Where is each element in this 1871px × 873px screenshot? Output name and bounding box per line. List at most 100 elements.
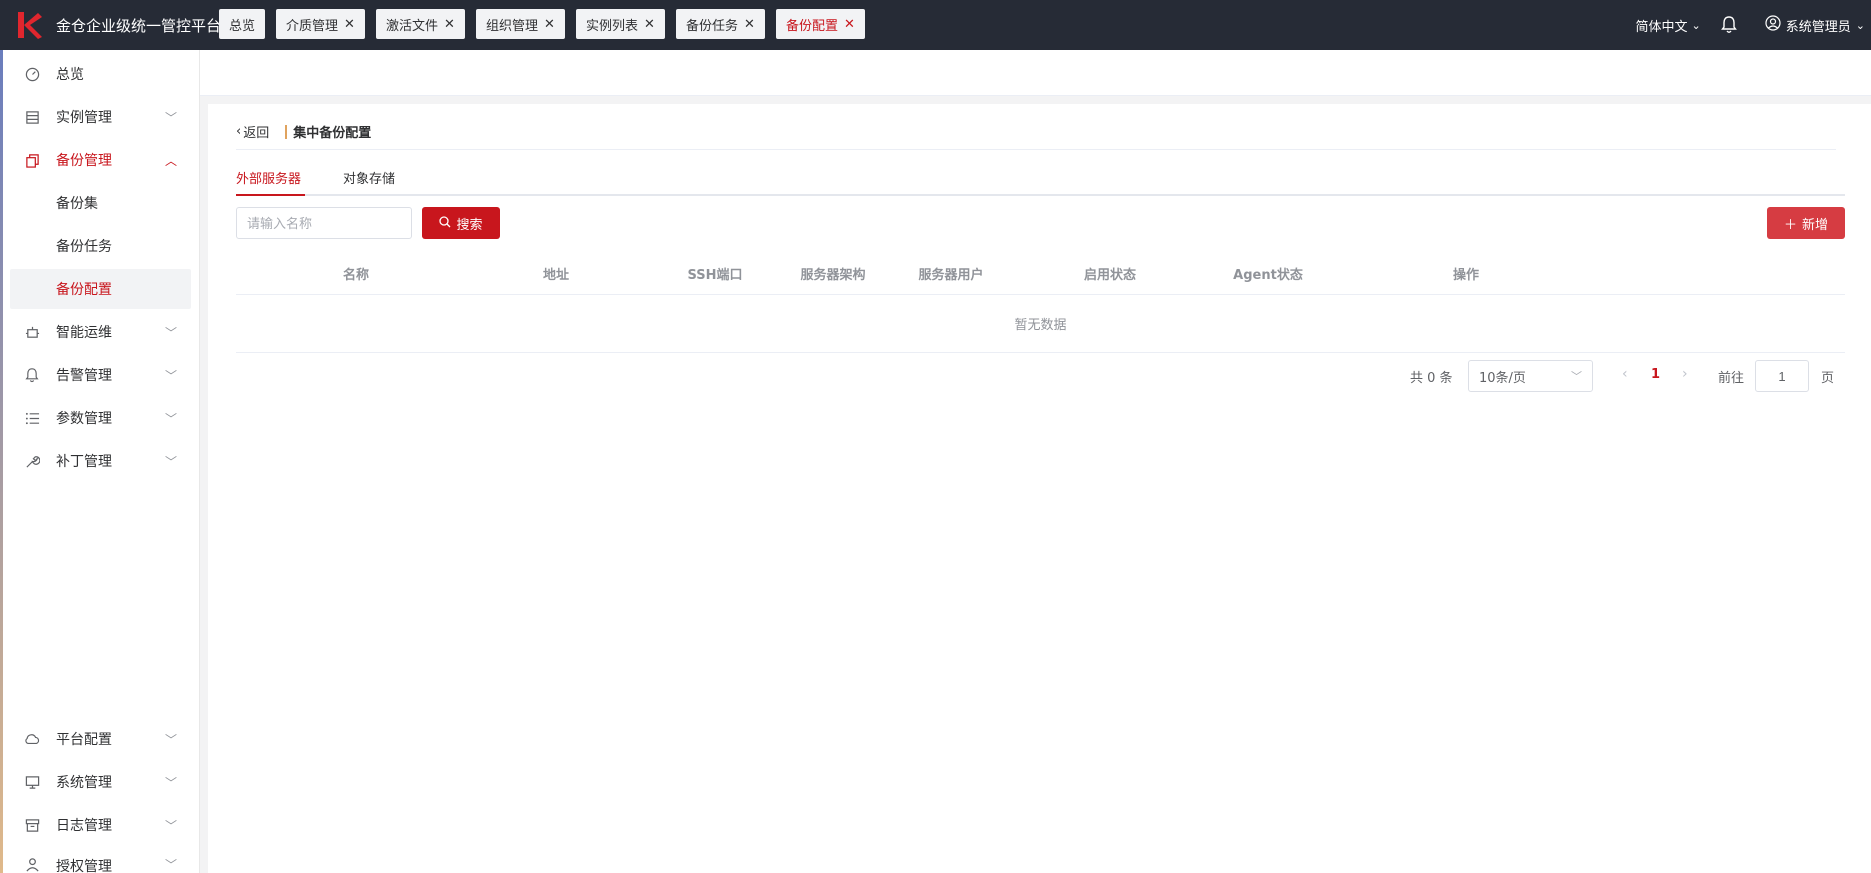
chevron-down-icon: ﹀: [164, 732, 177, 747]
column-header-address: 地址: [542, 268, 570, 283]
sidebar-subitem-backup-config[interactable]: 备份配置: [10, 269, 191, 309]
close-icon[interactable]: ✕: [744, 17, 755, 32]
empty-text: 暂无数据: [1014, 318, 1067, 333]
sidebar-item-params[interactable]: 参数管理 ﹀: [10, 398, 191, 438]
prev-page-icon[interactable]: ‹: [1622, 366, 1628, 382]
sidebar-item-label: 实例管理: [56, 110, 112, 126]
sidebar-item-label: 系统管理: [56, 775, 112, 791]
bell-icon: [24, 367, 40, 383]
robot-icon: [24, 324, 40, 340]
monitor-icon: [24, 774, 40, 790]
active-tab-indicator: [236, 194, 305, 196]
search-icon: [439, 215, 451, 231]
back-label: 返回: [243, 126, 270, 141]
tab-backup-config[interactable]: 备份配置 ✕: [776, 9, 865, 39]
chevron-down-icon: ﹀: [164, 775, 177, 790]
sidebar-item-label: 参数管理: [56, 411, 112, 427]
chevron-down-icon: ﹀: [164, 325, 177, 340]
list-bullets-icon: [24, 410, 40, 426]
search-input[interactable]: [236, 207, 412, 239]
subtab-external-server[interactable]: 外部服务器: [236, 168, 301, 187]
close-icon[interactable]: ✕: [344, 17, 355, 32]
sidebar-item-label: 告警管理: [56, 368, 112, 384]
chevron-down-icon: ⌄: [1691, 18, 1701, 32]
table-header: 名称 地址 SSH端口 服务器架构 服务器用户 启用状态 Agent状态 操作: [236, 249, 1845, 295]
sidebar-item-label: 总览: [56, 67, 84, 83]
search-button[interactable]: 搜索: [422, 207, 500, 239]
sidebar-item-patches[interactable]: 补丁管理 ﹀: [10, 441, 191, 481]
sidebar-item-logs[interactable]: 日志管理 ﹀: [10, 805, 191, 845]
user-name: 系统管理员: [1785, 19, 1851, 35]
sidebar-subitem-backup-sets[interactable]: 备份集: [10, 183, 191, 223]
tab-instances[interactable]: 实例列表 ✕: [576, 9, 665, 39]
back-button[interactable]: ‹ 返回: [236, 122, 269, 141]
plus-icon: ＋: [1783, 216, 1797, 232]
tab-activation[interactable]: 激活文件 ✕: [376, 9, 465, 39]
tab-backup-tasks[interactable]: 备份任务 ✕: [676, 9, 765, 39]
tab-label: 介质管理: [286, 18, 339, 34]
sidebar-item-backup[interactable]: 备份管理 ︿: [10, 140, 191, 180]
notification-bell-icon[interactable]: [1719, 15, 1739, 35]
user-avatar-icon: [1765, 15, 1781, 35]
chevron-down-icon: ﹀: [1571, 370, 1582, 383]
close-icon[interactable]: ✕: [544, 17, 555, 32]
tab-media[interactable]: 介质管理 ✕: [276, 9, 365, 39]
page-title: 集中备份配置: [293, 126, 372, 141]
chevron-down-icon: ﹀: [164, 368, 177, 383]
chevron-down-icon: ﹀: [164, 858, 177, 872]
app-title: 金仓企业级统一管控平台: [56, 16, 222, 35]
column-header-actions: 操作: [1452, 268, 1480, 283]
search-button-label: 搜索: [456, 216, 483, 232]
goto-page-input[interactable]: [1755, 360, 1809, 392]
sidebar-item-label: 平台配置: [56, 732, 112, 748]
user-icon: [24, 856, 40, 872]
sidebar-item-overview[interactable]: 总览: [10, 54, 191, 94]
sidebar-item-instances[interactable]: 实例管理 ﹀: [10, 97, 191, 137]
tab-overview[interactable]: 总览: [219, 9, 266, 39]
sidebar-item-smart-ops[interactable]: 智能运维 ﹀: [10, 312, 191, 352]
tab-label: 激活文件: [386, 18, 439, 34]
current-page[interactable]: 1: [1651, 367, 1660, 382]
tab-label: 备份任务: [686, 18, 739, 34]
breadcrumb-divider: [285, 124, 288, 139]
main-card: ‹ 返回 集中备份配置 外部服务器 对象存储 搜索 ＋ 新增 名称 地址 SSH…: [208, 104, 1871, 873]
language-label: 简体中文: [1635, 19, 1688, 35]
breadcrumb: ‹ 返回 集中备份配置: [236, 114, 1836, 150]
sidebar-item-alerts[interactable]: 告警管理 ﹀: [10, 355, 191, 395]
user-menu[interactable]: 系统管理员 ⌄: [1765, 15, 1865, 35]
goto-label: 前往: [1718, 370, 1745, 386]
sidebar-item-label: 授权管理: [56, 859, 112, 873]
chevron-down-icon: ﹀: [164, 110, 177, 125]
list-icon: [24, 109, 40, 125]
page-size-select[interactable]: 10条/页 ﹀: [1468, 360, 1593, 392]
subtabs: 外部服务器 对象存储: [236, 160, 1845, 196]
subtab-object-storage[interactable]: 对象存储: [343, 168, 395, 187]
add-button-label: 新增: [1802, 216, 1829, 232]
add-button[interactable]: ＋ 新增: [1767, 207, 1845, 239]
sidebar-item-platform-config[interactable]: 平台配置 ﹀: [10, 719, 191, 759]
page-size-value: 10条/页: [1479, 370, 1526, 386]
tab-label: 实例列表: [586, 18, 639, 34]
sidebar-item-system[interactable]: 系统管理 ﹀: [10, 762, 191, 802]
archive-icon: [24, 817, 40, 833]
close-icon[interactable]: ✕: [644, 17, 655, 32]
sidebar-item-label: 智能运维: [56, 325, 112, 341]
next-page-icon[interactable]: ›: [1682, 366, 1688, 382]
tab-label: 总览: [229, 18, 256, 34]
sidebar-item-license[interactable]: 授权管理 ﹀: [10, 848, 191, 873]
page-suffix: 页: [1821, 370, 1835, 386]
wrench-icon: [24, 453, 40, 469]
tab-org[interactable]: 组织管理 ✕: [476, 9, 565, 39]
chevron-left-icon: ‹: [236, 124, 242, 139]
close-icon[interactable]: ✕: [844, 17, 855, 32]
close-icon[interactable]: ✕: [444, 17, 455, 32]
language-switcher[interactable]: 简体中文 ⌄: [1636, 16, 1701, 35]
sidebar-subitem-backup-tasks[interactable]: 备份任务: [10, 226, 191, 266]
column-header-name: 名称: [342, 268, 370, 283]
column-header-agent-status: Agent状态: [1233, 268, 1303, 283]
logo-icon: [14, 7, 50, 43]
sidebar-item-label: 备份管理: [56, 153, 112, 169]
column-header-server-user: 服务器用户: [918, 268, 984, 283]
chevron-up-icon: ︿: [164, 153, 177, 168]
column-header-arch: 服务器架构: [800, 268, 866, 283]
